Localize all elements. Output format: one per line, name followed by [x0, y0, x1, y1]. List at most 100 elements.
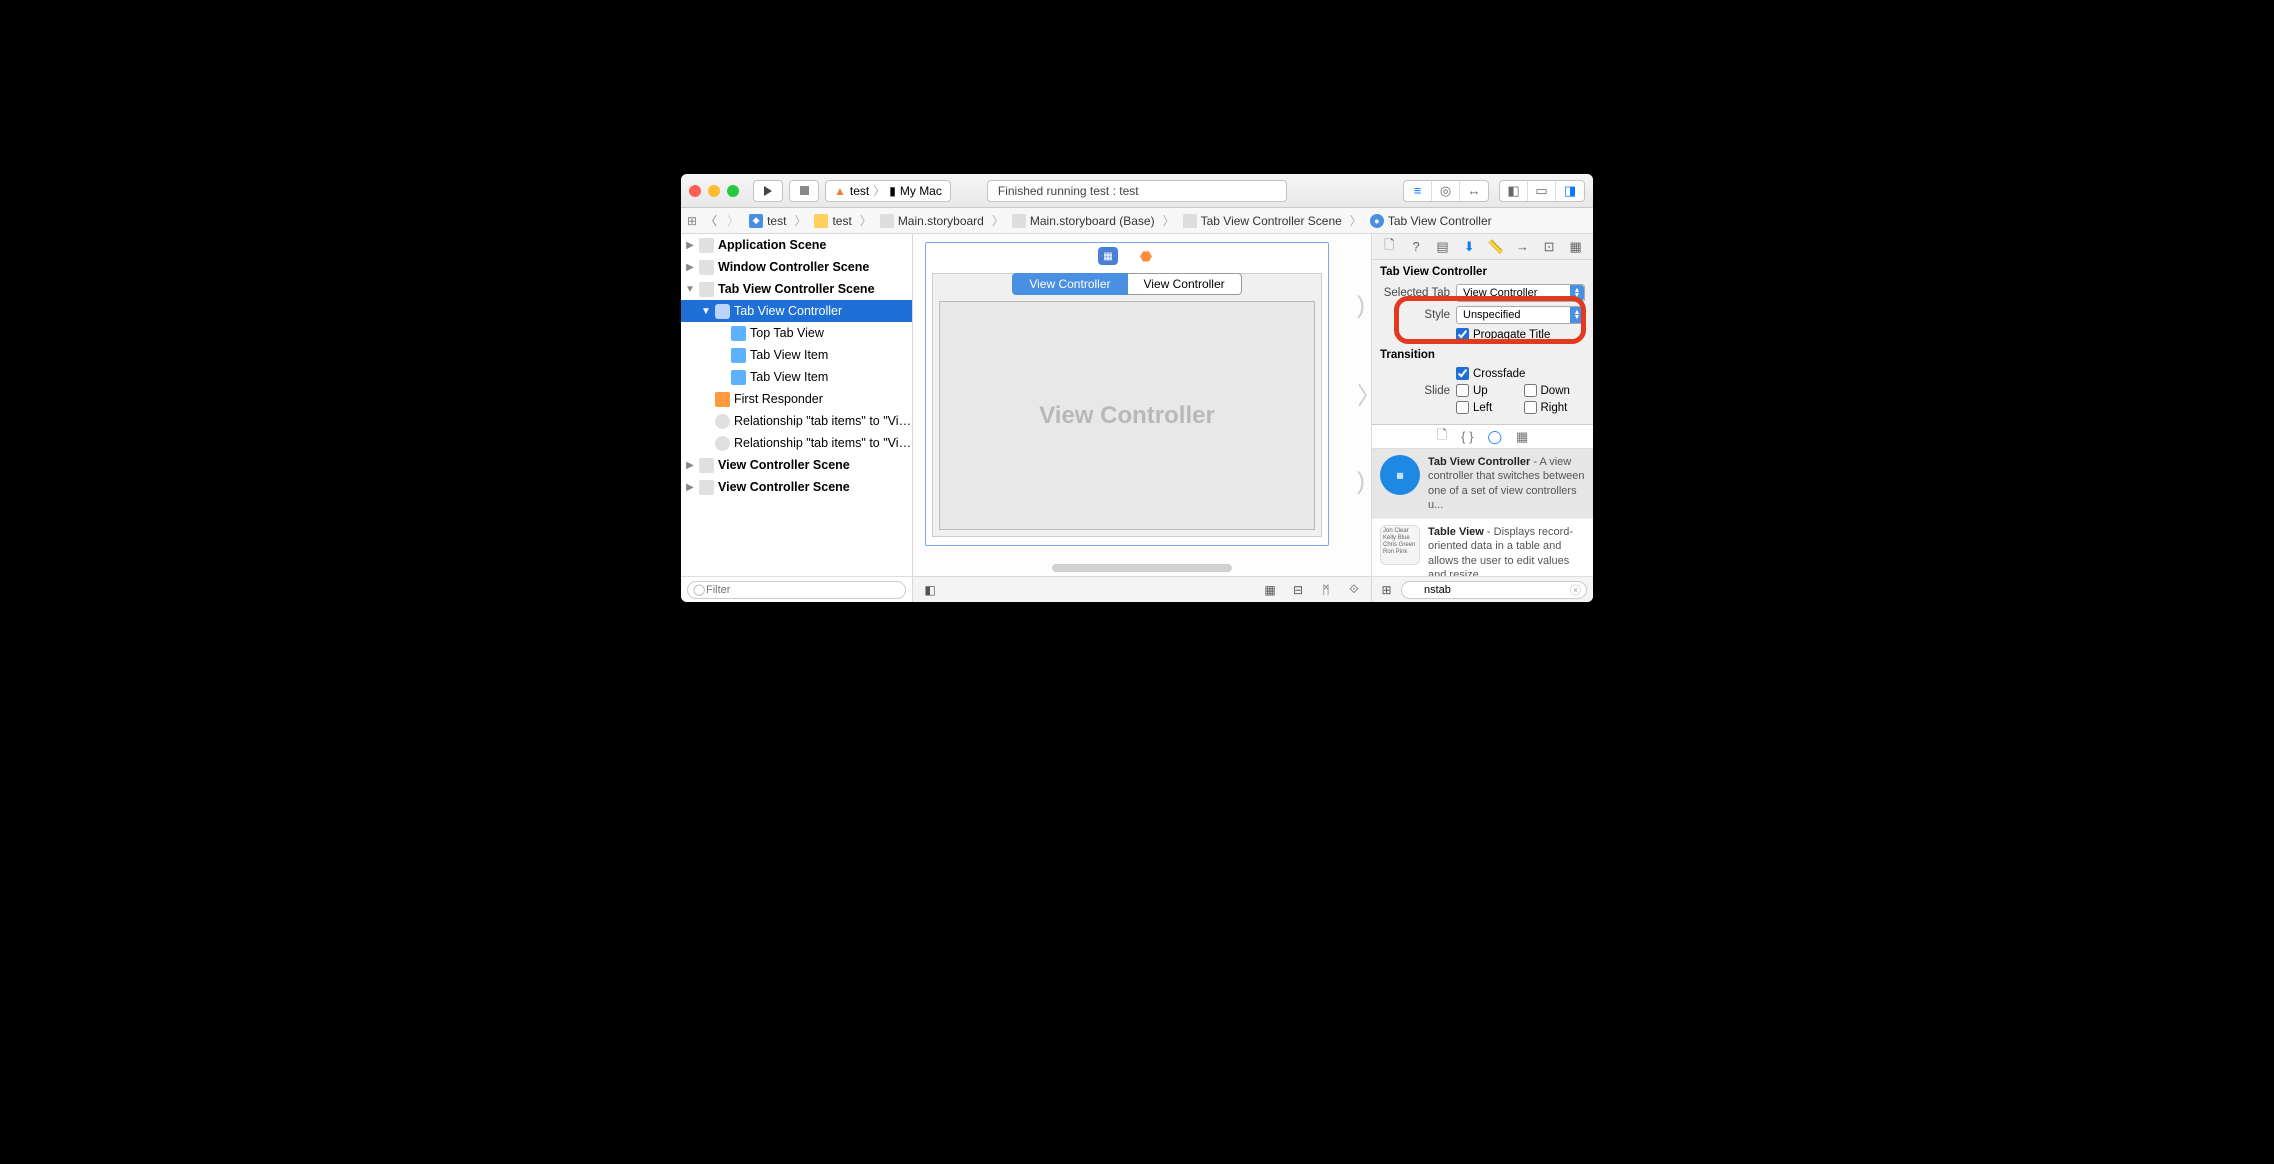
right-panel-toggle-icon[interactable]: ◨ — [1556, 181, 1584, 201]
disclosure-triangle-icon[interactable]: ▼ — [701, 306, 711, 317]
tab-1[interactable]: View Controller — [1012, 273, 1127, 295]
inspector-tabs: 🗋 ? ▤ ⬇ 📏 → ⊡ ▦ — [1372, 234, 1593, 260]
history-nav: 〈 〉 — [705, 212, 739, 229]
panel-toggle-segmented[interactable]: ◧ ▭ ◨ — [1499, 180, 1585, 202]
device-icon: ▮ — [889, 184, 896, 198]
bindings-inspector-icon[interactable]: ⊡ — [1539, 237, 1559, 257]
jump-bar: ⊞ 〈 〉 ◆test〉 test〉 Main.storyboard〉 Main… — [681, 208, 1593, 234]
library-item[interactable]: Jon Clear Kelly Blue Chris Green Ron Pin… — [1372, 519, 1593, 576]
file-inspector-icon[interactable]: 🗋 — [1379, 237, 1399, 257]
library-item-text: Tab View Controller - A view controller … — [1428, 455, 1585, 512]
library-search-input[interactable] — [1401, 581, 1587, 599]
outline-row[interactable]: ▶ View Controller Scene — [681, 454, 912, 476]
code-snippet-library-icon[interactable]: { } — [1461, 429, 1473, 444]
quick-help-icon[interactable]: ? — [1406, 237, 1426, 257]
crossfade-checkbox[interactable]: Crossfade — [1456, 367, 1525, 380]
right-checkbox[interactable]: Right — [1524, 401, 1586, 414]
scene-icon — [699, 282, 714, 297]
controller-icon[interactable]: ▦ — [1098, 247, 1118, 265]
library-item-text: Table View - Displays record-oriented da… — [1428, 525, 1585, 576]
disclosure-triangle-icon[interactable]: ▶ — [685, 262, 695, 273]
window-controls — [689, 185, 739, 197]
disclosure-triangle-icon[interactable]: ▼ — [685, 284, 695, 295]
outline-row[interactable]: Tab View Item — [681, 344, 912, 366]
assistant-editor-icon[interactable]: ◎ — [1432, 181, 1460, 201]
outline-row[interactable]: ▶ Window Controller Scene — [681, 256, 912, 278]
outline-row[interactable]: Top Tab View — [681, 322, 912, 344]
selected-tab-popup[interactable]: View Controller▲▼ — [1456, 284, 1585, 302]
app-icon: ▲ — [834, 184, 846, 198]
run-button[interactable] — [753, 180, 783, 202]
outline-row[interactable]: Relationship "tab items" to "View... — [681, 432, 912, 454]
media-library-icon[interactable]: ▦ — [1516, 429, 1528, 445]
resolve-issues-button[interactable]: ⟐ — [1343, 581, 1365, 599]
disclosure-triangle-icon[interactable]: ▶ — [685, 240, 695, 251]
outline-list[interactable]: ▶ Application Scene▶ Window Controller S… — [681, 234, 912, 576]
segue-handle-icon[interactable]: 〉 — [1357, 376, 1371, 411]
storyboard-canvas[interactable]: ▦ ⬣ View Controller View Controller View… — [913, 234, 1371, 576]
forward-button[interactable]: 〉 — [727, 212, 739, 229]
object-library-icon[interactable]: ◯ — [1487, 429, 1502, 445]
swift-file-icon: ◆ — [749, 214, 763, 228]
identity-inspector-icon[interactable]: ▤ — [1433, 237, 1453, 257]
outline-label: Top Tab View — [750, 326, 912, 340]
effects-inspector-icon[interactable]: ▦ — [1566, 237, 1586, 257]
scene-icon — [699, 458, 714, 473]
tab-2[interactable]: View Controller — [1128, 273, 1242, 295]
outline-filter-input[interactable] — [687, 581, 906, 599]
segue-handle-icon[interactable]: ) — [1357, 468, 1371, 496]
segue-handle-icon[interactable]: ) — [1357, 292, 1371, 320]
left-panel-toggle-icon[interactable]: ◧ — [1500, 181, 1528, 201]
align-button[interactable]: ⊟ — [1287, 581, 1309, 599]
horizontal-scrollbar[interactable] — [1052, 564, 1232, 572]
library-tabs: 🗋 { } ◯ ▦ — [1372, 425, 1593, 449]
standard-editor-icon[interactable]: ≡ — [1404, 181, 1432, 201]
file-template-library-icon[interactable]: 🗋 — [1437, 426, 1447, 448]
library-list[interactable]: ▦ Tab View Controller - A view controlle… — [1372, 449, 1593, 576]
outline-row[interactable]: Relationship "tab items" to "View... — [681, 410, 912, 432]
library-item[interactable]: ▦ Tab View Controller - A view controlle… — [1372, 449, 1593, 519]
left-checkbox[interactable]: Left — [1456, 401, 1518, 414]
down-checkbox[interactable]: Down — [1524, 384, 1586, 397]
disclosure-triangle-icon[interactable]: ▶ — [685, 460, 695, 471]
up-checkbox[interactable]: Up — [1456, 384, 1518, 397]
close-window-button[interactable] — [689, 185, 701, 197]
embed-in-button[interactable]: ▦ — [1259, 581, 1281, 599]
propagate-row: Propagate Title — [1380, 328, 1585, 341]
style-popup[interactable]: Unspecified▲▼ — [1456, 306, 1585, 324]
outline-toggle-button[interactable]: ◧ — [919, 581, 941, 599]
back-button[interactable]: 〈 — [705, 212, 717, 229]
outline-row[interactable]: ▶ View Controller Scene — [681, 476, 912, 498]
selected-tab-row: Selected Tab View Controller▲▼ — [1380, 284, 1585, 302]
editor-mode-segmented[interactable]: ≡ ◎ ↔ — [1403, 180, 1489, 202]
tab-view-controller-canvas[interactable]: ▦ ⬣ View Controller View Controller View… — [925, 242, 1329, 546]
stop-button[interactable] — [789, 180, 819, 202]
transition-title: Transition — [1380, 349, 1585, 361]
outline-row[interactable]: Tab View Item — [681, 366, 912, 388]
destination-name: My Mac — [900, 184, 942, 198]
scheme-selector[interactable]: ▲ test 〉 ▮ My Mac — [825, 180, 951, 202]
propagate-checkbox[interactable]: Propagate Title — [1456, 328, 1550, 341]
first-responder-icon[interactable]: ⬣ — [1136, 247, 1156, 265]
outline-label: Tab View Controller Scene — [718, 282, 912, 296]
outline-row[interactable]: First Responder — [681, 388, 912, 410]
outline-row[interactable]: ▶ Application Scene — [681, 234, 912, 256]
related-items-icon[interactable]: ⊞ — [687, 214, 697, 228]
minimize-window-button[interactable] — [708, 185, 720, 197]
disclosure-triangle-icon[interactable]: ▶ — [685, 482, 695, 493]
attributes-inspector-icon[interactable]: ⬇ — [1459, 237, 1479, 257]
size-inspector-icon[interactable]: 📏 — [1486, 237, 1506, 257]
orange-icon — [715, 392, 730, 407]
clear-search-icon[interactable]: ⓧ — [1570, 582, 1581, 598]
zoom-window-button[interactable] — [727, 185, 739, 197]
outline-row[interactable]: ▼ Tab View Controller Scene — [681, 278, 912, 300]
outline-row[interactable]: ▼ Tab View Controller — [681, 300, 912, 322]
bottom-panel-toggle-icon[interactable]: ▭ — [1528, 181, 1556, 201]
blue3d-icon — [731, 348, 746, 363]
version-editor-icon[interactable]: ↔ — [1460, 181, 1488, 201]
library-grid-toggle[interactable]: ⊞ — [1378, 581, 1395, 599]
connections-inspector-icon[interactable]: → — [1512, 237, 1532, 257]
breadcrumb[interactable]: ◆test〉 test〉 Main.storyboard〉 Main.story… — [749, 212, 1492, 229]
scheme-name: test — [850, 184, 869, 198]
pin-button[interactable]: ᛗ — [1315, 581, 1337, 599]
